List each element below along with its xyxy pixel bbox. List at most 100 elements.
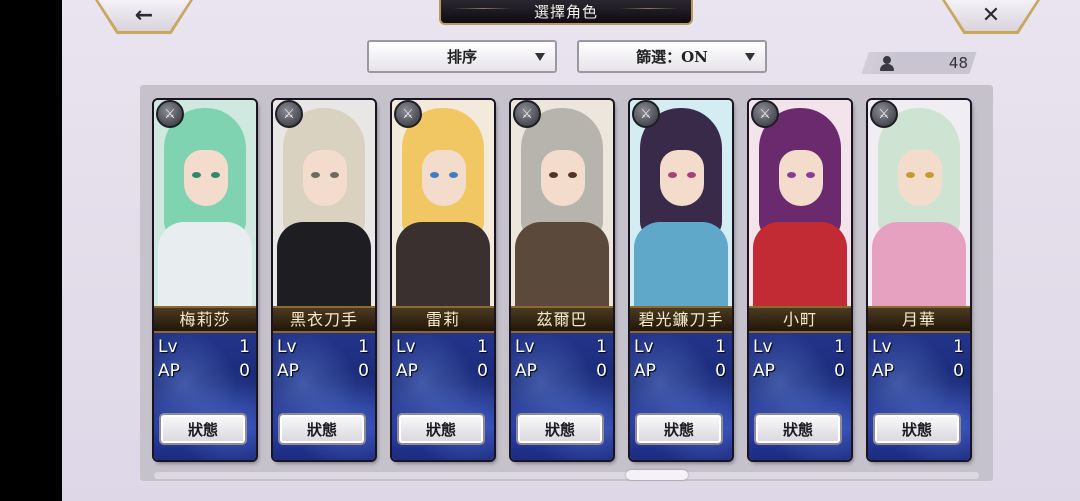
character-portrait <box>154 100 256 306</box>
ap-label: AP <box>872 361 894 381</box>
character-stats: Lv 1 AP 0 狀態 <box>749 333 851 460</box>
level-value: 1 <box>239 337 250 357</box>
level-value: 1 <box>715 337 726 357</box>
portrait-outfit <box>753 222 847 306</box>
character-portrait <box>511 100 613 306</box>
character-name: 梅莉莎 <box>154 306 256 333</box>
character-card[interactable]: ⚔ 茲爾巴 Lv 1 AP 0 狀態 <box>511 100 613 460</box>
ap-value: 0 <box>239 361 250 381</box>
character-card[interactable]: ⚔ 碧光鐮刀手 Lv 1 AP 0 狀態 <box>630 100 732 460</box>
level-row: Lv 1 <box>515 337 607 357</box>
character-name: 茲爾巴 <box>511 306 613 333</box>
status-button[interactable]: 狀態 <box>516 413 604 445</box>
back-arrow-icon: ← <box>134 3 154 28</box>
level-value: 1 <box>358 337 369 357</box>
character-stats: Lv 1 AP 0 狀態 <box>868 333 970 460</box>
portrait-outfit <box>396 222 490 306</box>
character-select-screen: ← 選擇角色 ✕ 排序 篩選：ON 48 ⚔ 梅莉莎 Lv 1 AP 0 狀態 … <box>62 0 1080 501</box>
level-row: Lv 1 <box>277 337 369 357</box>
status-button[interactable]: 狀態 <box>397 413 485 445</box>
ap-row: AP 0 <box>277 361 369 381</box>
level-value: 1 <box>596 337 607 357</box>
ap-value: 0 <box>834 361 845 381</box>
portrait-face <box>541 150 585 206</box>
level-label: Lv <box>396 337 416 357</box>
portrait-outfit <box>515 222 609 306</box>
status-button[interactable]: 狀態 <box>754 413 842 445</box>
level-row: Lv 1 <box>753 337 845 357</box>
portrait-face <box>422 150 466 206</box>
ap-label: AP <box>158 361 180 381</box>
ap-row: AP 0 <box>872 361 964 381</box>
weapon-class-icon: ⚔ <box>513 100 541 128</box>
ap-row: AP 0 <box>158 361 250 381</box>
ap-row: AP 0 <box>634 361 726 381</box>
character-portrait <box>868 100 970 306</box>
portrait-face <box>898 150 942 206</box>
ap-row: AP 0 <box>515 361 607 381</box>
level-value: 1 <box>834 337 845 357</box>
weapon-class-icon: ⚔ <box>632 100 660 128</box>
level-label: Lv <box>515 337 535 357</box>
level-label: Lv <box>277 337 297 357</box>
screen-title: 選擇角色 <box>439 0 693 25</box>
weapon-class-icon: ⚔ <box>275 100 303 128</box>
portrait-eye <box>311 172 320 178</box>
status-button[interactable]: 狀態 <box>635 413 723 445</box>
level-label: Lv <box>872 337 892 357</box>
level-row: Lv 1 <box>634 337 726 357</box>
portrait-face <box>303 150 347 206</box>
character-card[interactable]: ⚔ 黑衣刀手 Lv 1 AP 0 狀態 <box>273 100 375 460</box>
character-stats: Lv 1 AP 0 狀態 <box>630 333 732 460</box>
portrait-outfit <box>277 222 371 306</box>
portrait-eye <box>330 172 339 178</box>
chevron-down-icon <box>535 53 545 61</box>
character-stats: Lv 1 AP 0 狀態 <box>511 333 613 460</box>
filter-label: 篩選：ON <box>636 48 708 66</box>
close-icon: ✕ <box>981 3 1001 28</box>
status-button[interactable]: 狀態 <box>159 413 247 445</box>
character-portrait <box>749 100 851 306</box>
portrait-eye <box>430 172 439 178</box>
ap-value: 0 <box>358 361 369 381</box>
portrait-outfit <box>634 222 728 306</box>
portrait-eye <box>568 172 577 178</box>
ap-value: 0 <box>477 361 488 381</box>
level-row: Lv 1 <box>872 337 964 357</box>
weapon-class-icon: ⚔ <box>751 100 779 128</box>
chevron-down-icon <box>745 53 755 61</box>
portrait-eye <box>787 172 796 178</box>
character-card[interactable]: ⚔ 小町 Lv 1 AP 0 狀態 <box>749 100 851 460</box>
sort-dropdown[interactable]: 排序 <box>367 40 557 73</box>
person-icon <box>880 55 894 71</box>
level-row: Lv 1 <box>396 337 488 357</box>
ap-label: AP <box>277 361 299 381</box>
ap-value: 0 <box>953 361 964 381</box>
portrait-eye <box>192 172 201 178</box>
level-label: Lv <box>158 337 178 357</box>
portrait-face <box>184 150 228 206</box>
ap-label: AP <box>515 361 537 381</box>
character-card[interactable]: ⚔ 梅莉莎 Lv 1 AP 0 狀態 <box>154 100 256 460</box>
character-stats: Lv 1 AP 0 狀態 <box>154 333 256 460</box>
ap-row: AP 0 <box>396 361 488 381</box>
portrait-eye <box>211 172 220 178</box>
character-portrait <box>630 100 732 306</box>
character-card[interactable]: ⚔ 月華 Lv 1 AP 0 狀態 <box>868 100 970 460</box>
ap-label: AP <box>396 361 418 381</box>
status-button[interactable]: 狀態 <box>873 413 961 445</box>
scrollbar-thumb[interactable] <box>626 470 688 480</box>
level-label: Lv <box>634 337 654 357</box>
filter-dropdown[interactable]: 篩選：ON <box>577 40 767 73</box>
weapon-class-icon: ⚔ <box>394 100 422 128</box>
character-portrait <box>392 100 494 306</box>
character-name: 碧光鐮刀手 <box>630 306 732 333</box>
status-button[interactable]: 狀態 <box>278 413 366 445</box>
portrait-face <box>660 150 704 206</box>
character-name: 小町 <box>749 306 851 333</box>
portrait-eye <box>806 172 815 178</box>
portrait-face <box>779 150 823 206</box>
character-count: 48 <box>876 52 972 74</box>
scrollbar-track[interactable] <box>154 472 979 479</box>
character-card[interactable]: ⚔ 雷莉 Lv 1 AP 0 狀態 <box>392 100 494 460</box>
